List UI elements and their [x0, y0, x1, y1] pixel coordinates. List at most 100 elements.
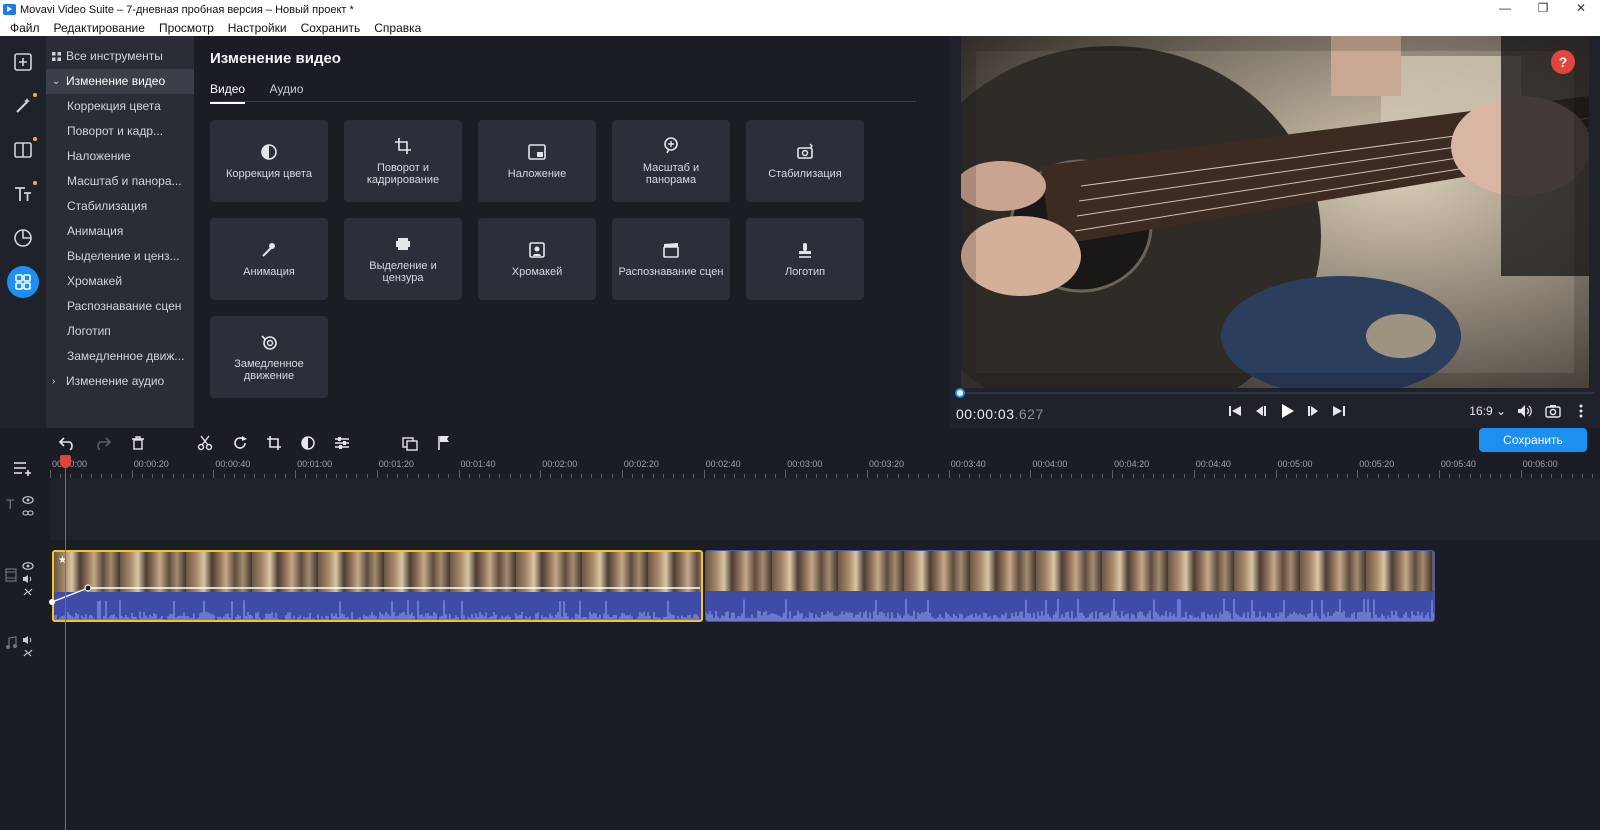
clip-properties-icon[interactable]	[332, 433, 352, 453]
titles-icon[interactable]	[7, 178, 39, 210]
preview-scrubber[interactable]	[955, 388, 1595, 398]
add-track-icon[interactable]	[13, 460, 33, 476]
stickers-icon[interactable]	[7, 222, 39, 254]
save-button[interactable]: Сохранить	[1479, 428, 1587, 452]
scrubber-handle[interactable]	[955, 388, 965, 398]
logo-icon	[799, 243, 811, 258]
snapshot-icon[interactable]	[1544, 402, 1562, 420]
skip-to-start-icon[interactable]	[1226, 402, 1244, 420]
redo-icon[interactable]	[92, 433, 112, 453]
magic-wand-icon[interactable]	[7, 90, 39, 122]
help-button[interactable]: ?	[1551, 50, 1575, 74]
marker-icon[interactable]	[434, 433, 454, 453]
menu-save[interactable]: Сохранить	[294, 21, 368, 35]
delete-icon[interactable]	[128, 433, 148, 453]
card-animation[interactable]: Анимация	[210, 218, 328, 300]
video-section-item[interactable]: ⌄ Изменение видео	[46, 69, 194, 94]
title-track[interactable]	[50, 478, 1600, 540]
overlay-tool-icon[interactable]	[400, 433, 420, 453]
card-slow-motion[interactable]: Замедленное движение	[210, 316, 328, 398]
ruler-tick-label: 00:01:20	[378, 459, 414, 469]
card-stabilization[interactable]: Стабилизация	[746, 120, 864, 202]
ruler-ticks: 00:00:0000:00:2000:00:4000:01:0000:01:20…	[50, 458, 1600, 478]
card-overlay[interactable]: Наложение	[478, 120, 596, 202]
tab-video[interactable]: Видео	[210, 82, 246, 104]
unlink-icon[interactable]	[22, 645, 34, 657]
timecode-ms: .627	[1014, 406, 1044, 422]
volume-icon[interactable]	[1516, 402, 1534, 420]
card-chroma-key[interactable]: Хромакей	[478, 218, 596, 300]
visibility-icon[interactable]	[22, 492, 34, 504]
tool-label: Распознавание сцен	[67, 299, 182, 313]
window-title: Movavi Video Suite – 7-дневная пробная в…	[20, 3, 354, 16]
mute-icon[interactable]	[22, 571, 34, 583]
menu-bar: Файл Редактирование Просмотр Настройки С…	[0, 19, 1600, 36]
skip-to-end-icon[interactable]	[1330, 402, 1348, 420]
tool-item-rotate-crop[interactable]: Поворот и кадр...	[46, 119, 194, 144]
menu-edit[interactable]: Редактирование	[47, 21, 152, 35]
timeline-ruler[interactable]: 00:00:0000:00:2000:00:4000:01:0000:01:20…	[0, 458, 1600, 478]
card-highlight-censor[interactable]: Выделение и цензура	[344, 218, 462, 300]
import-icon[interactable]	[7, 46, 39, 78]
tab-audio[interactable]: Аудио	[270, 82, 304, 103]
close-icon[interactable]: ✕	[1562, 0, 1600, 19]
ruler-tick	[131, 470, 133, 478]
tool-item-chroma-key[interactable]: Хромакей	[46, 269, 194, 294]
card-label: Хромакей	[511, 266, 563, 278]
undo-icon[interactable]	[58, 433, 78, 453]
transitions-icon[interactable]	[7, 134, 39, 166]
video-clip[interactable]	[705, 550, 1435, 622]
menu-file[interactable]: Файл	[0, 21, 47, 35]
aspect-ratio-select[interactable]: 16:9 ⌄	[1469, 402, 1506, 420]
mute-icon[interactable]	[22, 632, 34, 644]
video-track-header	[0, 540, 50, 622]
crop-icon[interactable]	[264, 433, 284, 453]
card-rotate-crop[interactable]: Поворот и кадрирование	[344, 120, 462, 202]
tool-item-logo[interactable]: Логотип	[46, 319, 194, 344]
ruler-tick	[213, 470, 215, 478]
tool-item-stabilization[interactable]: Стабилизация	[46, 194, 194, 219]
cut-icon[interactable]	[195, 433, 215, 453]
playhead-handle[interactable]	[60, 455, 71, 468]
card-zoom-pan[interactable]: Масштаб и панорама	[612, 120, 730, 202]
play-icon[interactable]	[1278, 402, 1296, 420]
tool-item-slow-motion[interactable]: Замедленное движ...	[46, 344, 194, 369]
left-icon-rail	[0, 36, 46, 428]
all-tools-item[interactable]: Все инструменты	[46, 44, 194, 69]
previous-frame-icon[interactable]	[1252, 402, 1270, 420]
video-clip-selected[interactable]: ★	[52, 550, 703, 622]
video-preview[interactable]: ?	[961, 36, 1589, 388]
audio-section-item[interactable]: › Изменение аудио	[46, 369, 194, 394]
card-color-correction[interactable]: Коррекция цвета	[210, 120, 328, 202]
card-scene-detection[interactable]: Распознавание сцен	[612, 218, 730, 300]
ruler-tick-label: 00:00:40	[215, 459, 251, 469]
card-logo[interactable]: Логотип	[746, 218, 864, 300]
clip-audio-waveform	[54, 592, 701, 620]
maximize-icon[interactable]: ❐	[1524, 0, 1562, 19]
more-options-icon[interactable]	[1572, 402, 1590, 420]
video-track[interactable]: ★	[49, 540, 1600, 622]
ruler-tick-label: 00:03:40	[950, 459, 986, 469]
tool-item-zoom-pan[interactable]: Масштаб и панора...	[46, 169, 194, 194]
menu-view[interactable]: Просмотр	[152, 21, 221, 35]
menu-settings[interactable]: Настройки	[221, 21, 294, 35]
music-track[interactable]	[50, 622, 1600, 830]
rotate-icon[interactable]	[230, 433, 250, 453]
link-icon[interactable]	[22, 505, 34, 516]
color-correction-icon	[261, 144, 277, 160]
minimize-icon[interactable]: —	[1486, 0, 1524, 19]
next-frame-icon[interactable]	[1304, 402, 1322, 420]
tool-item-scene-detection[interactable]: Распознавание сцен	[46, 294, 194, 319]
tool-item-highlight-censor[interactable]: Выделение и ценз...	[46, 244, 194, 269]
overlay-icon	[528, 144, 546, 160]
volume-envelope[interactable]	[49, 580, 700, 610]
tool-item-color-correction[interactable]: Коррекция цвета	[46, 94, 194, 119]
unlink-icon[interactable]	[22, 584, 34, 596]
color-adjust-icon[interactable]	[298, 433, 318, 453]
ruler-tick-label: 00:02:40	[705, 459, 741, 469]
tool-item-animation[interactable]: Анимация	[46, 219, 194, 244]
more-tools-icon[interactable]	[7, 266, 39, 298]
tool-item-overlay[interactable]: Наложение	[46, 144, 194, 169]
visibility-icon[interactable]	[22, 558, 34, 570]
menu-help[interactable]: Справка	[367, 21, 428, 35]
